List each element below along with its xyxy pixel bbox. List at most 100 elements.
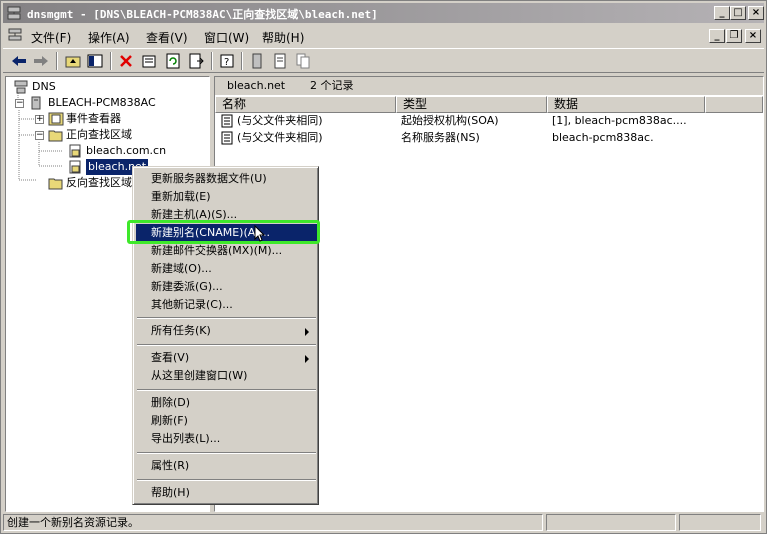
properties-icon [142, 55, 156, 68]
toolbar-separator [56, 52, 58, 70]
submenu-arrow-icon [305, 355, 309, 363]
column-header-type[interactable]: 类型 [396, 96, 547, 113]
dns-root-icon [14, 80, 28, 94]
toolbar-separator [110, 52, 112, 70]
menu-file[interactable]: 文件(F) [31, 29, 71, 46]
menu-view[interactable]: 查看(V) [146, 29, 188, 46]
menu-item-delete[interactable]: 删除(D) [136, 394, 317, 412]
toolbar: ? [3, 48, 764, 73]
help-icon: ? [220, 54, 234, 68]
mdi-close-button[interactable]: × [745, 29, 761, 43]
menu-item-view[interactable]: 查看(V) [136, 349, 317, 367]
tree-label-server: BLEACH-PCM838AC [48, 96, 156, 109]
refresh-icon [166, 53, 180, 69]
expand-event-viewer-toggle[interactable]: + [35, 115, 44, 124]
menu-item-update-server-data-file[interactable]: 更新服务器数据文件(U) [136, 170, 317, 188]
delete-x-icon [120, 55, 132, 67]
dns-manager-window: dnsmgmt - [DNS\BLEACH-PCM838AC\正向查找区域\bl… [0, 0, 767, 534]
record-icon [221, 131, 233, 145]
results-header: bleach.net 2 个记录 [215, 77, 763, 95]
record-row[interactable]: (与父文件夹相同) 名称服务器(NS) bleach-pcm838ac. [215, 129, 763, 146]
properties-button[interactable] [139, 52, 159, 70]
export-list-icon [189, 53, 204, 69]
menu-item-properties[interactable]: 属性(R) [136, 457, 317, 475]
back-button[interactable] [9, 52, 29, 70]
console-tree-icon [87, 54, 103, 68]
collapse-server-toggle[interactable]: − [15, 99, 24, 108]
menu-item-export-list[interactable]: 导出列表(L)... [136, 430, 317, 448]
toolbar-separator [241, 52, 243, 70]
menu-item-new-delegation[interactable]: 新建委派(G)... [136, 278, 317, 296]
column-header-name[interactable]: 名称 [215, 96, 396, 113]
menu-separator [137, 389, 316, 391]
menu-item-other-new-records[interactable]: 其他新记录(C)... [136, 296, 317, 314]
document-icon [274, 53, 286, 69]
column-header-data[interactable]: 数据 [547, 96, 705, 113]
menu-separator [137, 317, 316, 319]
tree-label-event-viewer: 事件查看器 [66, 112, 121, 125]
minimize-button[interactable]: _ [714, 6, 730, 20]
menu-item-new-domain[interactable]: 新建域(O)... [136, 260, 317, 278]
menu-item-reload[interactable]: 重新加载(E) [136, 188, 317, 206]
close-button[interactable]: × [748, 6, 764, 20]
delete-button[interactable] [116, 52, 136, 70]
server-icon [31, 96, 41, 110]
tree-label-reverse-zones: 反向查找区域 [66, 176, 132, 189]
refresh-button[interactable] [163, 52, 183, 70]
server-button[interactable] [247, 52, 267, 70]
record-name: (与父文件夹相同) [237, 131, 323, 144]
status-panel [679, 514, 761, 531]
record-button[interactable] [270, 52, 290, 70]
mdi-restore-button[interactable]: ❐ [726, 29, 742, 43]
show-hide-tree-button[interactable] [85, 52, 105, 70]
menu-item-new-mail-exchanger[interactable]: 新建邮件交换器(MX)(M)... [136, 242, 317, 260]
mdi-minimize-button[interactable]: _ [709, 29, 725, 43]
highlight-frame [127, 220, 320, 244]
tree-label-forward-zones: 正向查找区域 [66, 128, 132, 141]
folder-icon [48, 178, 63, 190]
menu-item-new-window-from-here[interactable]: 从这里创建窗口(W) [136, 367, 317, 385]
dns-app-icon [7, 6, 21, 20]
zone-icon [69, 160, 81, 174]
window-title: dnsmgmt - [DNS\BLEACH-PCM838AC\正向查找区域\bl… [27, 8, 378, 21]
forward-arrow-icon [34, 56, 48, 66]
collapse-forward-zones-toggle[interactable]: − [35, 131, 44, 140]
context-menu: 更新服务器数据文件(U) 重新加载(E) 新建主机(A)(S)... 新建别名(… [132, 166, 319, 505]
menu-separator [137, 452, 316, 454]
folder-up-icon [65, 56, 81, 68]
server-icon [252, 53, 262, 69]
tree-label-zone-bleach-com-cn: bleach.com.cn [86, 144, 167, 157]
submenu-arrow-icon [305, 328, 309, 336]
menu-action[interactable]: 操作(A) [88, 29, 130, 46]
event-viewer-icon [48, 112, 64, 126]
menu-separator [137, 344, 316, 346]
up-one-level-button[interactable] [63, 52, 83, 70]
back-arrow-icon [12, 56, 26, 66]
tree-label-dns: DNS [32, 80, 56, 93]
record-type: 起始授权机构(SOA) [401, 114, 499, 127]
copy-button[interactable] [293, 52, 313, 70]
status-bar: 创建一个新别名资源记录。 [3, 514, 764, 532]
dns-menu-icon[interactable] [7, 27, 25, 44]
menu-item-all-tasks-label: 所有任务(K) [151, 324, 211, 337]
record-row[interactable]: (与父文件夹相同) 起始授权机构(SOA) [1], bleach-pcm838… [215, 112, 763, 129]
menu-item-view-label: 查看(V) [151, 351, 190, 364]
title-bar[interactable]: dnsmgmt - [DNS\BLEACH-PCM838AC\正向查找区域\bl… [3, 3, 764, 23]
status-text: 创建一个新别名资源记录。 [3, 514, 543, 531]
open-folder-icon [48, 130, 63, 142]
maximize-button[interactable]: □ [730, 6, 746, 20]
column-header-filler [705, 96, 763, 113]
menu-bar: 文件(F) 操作(A) 查看(V) 窗口(W) 帮助(H) _ ❐ × [3, 25, 764, 47]
toolbar-separator [211, 52, 213, 70]
menu-item-refresh[interactable]: 刷新(F) [136, 412, 317, 430]
forward-button[interactable] [31, 52, 51, 70]
mouse-pointer-icon [254, 225, 266, 242]
menu-window[interactable]: 窗口(W) [204, 29, 249, 46]
menu-item-help[interactable]: 帮助(H) [136, 484, 317, 502]
zone-icon [69, 144, 81, 158]
help-button[interactable]: ? [217, 52, 237, 70]
menu-item-all-tasks[interactable]: 所有任务(K) [136, 322, 317, 340]
export-list-button[interactable] [186, 52, 206, 70]
menu-help[interactable]: 帮助(H) [262, 29, 304, 46]
results-zone-name: bleach.net [227, 79, 286, 92]
